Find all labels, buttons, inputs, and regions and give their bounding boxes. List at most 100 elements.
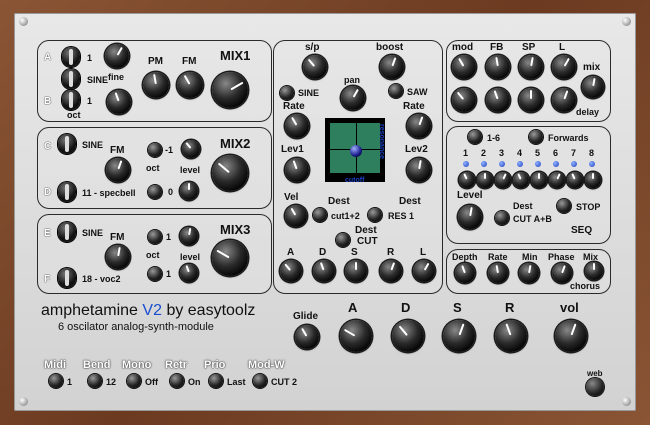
level-knob-small[interactable] bbox=[182, 140, 200, 158]
web-button[interactable] bbox=[586, 378, 604, 396]
osc-f-switch[interactable] bbox=[58, 268, 76, 288]
seq-step-knob[interactable] bbox=[513, 172, 529, 188]
bottom-bend-button[interactable] bbox=[88, 374, 102, 388]
seq-step-knob[interactable] bbox=[567, 172, 583, 188]
sp-knob[interactable] bbox=[519, 55, 543, 79]
level-button[interactable] bbox=[148, 185, 162, 199]
chorus-min-knob[interactable] bbox=[519, 263, 539, 283]
env-l-knob[interactable] bbox=[413, 260, 435, 282]
fine-knob[interactable] bbox=[107, 90, 131, 114]
seq-step-label: 7 bbox=[571, 148, 577, 158]
osc-e-switch[interactable] bbox=[58, 222, 76, 242]
seq-step-knob[interactable] bbox=[459, 172, 475, 188]
chorus-rate-knob[interactable] bbox=[488, 263, 508, 283]
osc-f-knob[interactable] bbox=[180, 264, 198, 282]
seq-step-knob[interactable] bbox=[531, 172, 547, 188]
env-a-knob[interactable] bbox=[280, 260, 302, 282]
seq-dest-button[interactable] bbox=[495, 211, 509, 225]
oct-label: oct bbox=[67, 110, 81, 120]
delay-knob-1[interactable] bbox=[452, 88, 476, 112]
filter-xy-pad[interactable] bbox=[325, 118, 385, 182]
chorus-phase-knob[interactable] bbox=[552, 263, 572, 283]
seq-step-knob[interactable] bbox=[585, 172, 601, 188]
mix1-knob[interactable] bbox=[212, 72, 248, 108]
env-d-knob[interactable] bbox=[313, 260, 335, 282]
oct-button[interactable] bbox=[148, 143, 162, 157]
osc-b-switch[interactable] bbox=[62, 90, 80, 110]
saw-button[interactable] bbox=[389, 84, 403, 98]
rate-left-knob[interactable] bbox=[285, 114, 309, 138]
osc-d-switch[interactable] bbox=[58, 182, 76, 202]
bottom-midi-button[interactable] bbox=[49, 374, 63, 388]
vel-knob[interactable] bbox=[285, 205, 307, 227]
seq-direction-button[interactable] bbox=[529, 130, 543, 144]
xy-pad-handle[interactable] bbox=[350, 145, 362, 157]
level-knob-small[interactable] bbox=[180, 227, 198, 245]
seq-step-knob[interactable] bbox=[495, 172, 511, 188]
dest-right-button[interactable] bbox=[368, 208, 382, 222]
bottom-prio-button[interactable] bbox=[209, 374, 223, 388]
product-title: amphetamine V2 by easytoolz bbox=[41, 302, 255, 320]
bottom-retr-button[interactable] bbox=[170, 374, 184, 388]
osc-wave-label: SINE bbox=[87, 75, 109, 85]
wave-switch[interactable] bbox=[62, 69, 80, 89]
lev2-knob[interactable] bbox=[407, 158, 431, 182]
mod-knob[interactable] bbox=[452, 55, 476, 79]
fm-knob[interactable] bbox=[106, 245, 130, 269]
amp-d-knob[interactable] bbox=[392, 320, 424, 352]
osc-c-switch[interactable] bbox=[58, 134, 76, 154]
glide-knob[interactable] bbox=[295, 325, 319, 349]
oct-button[interactable] bbox=[148, 230, 162, 244]
product-version: V2 bbox=[142, 302, 162, 319]
seq-step-knob[interactable] bbox=[477, 172, 493, 188]
dest-cut-button[interactable] bbox=[336, 233, 350, 247]
sp-knob[interactable] bbox=[303, 55, 327, 79]
product-subtitle: 6 oscilator analog-synth-module bbox=[58, 321, 214, 333]
bottom-mod-w-button[interactable] bbox=[253, 374, 267, 388]
delay-knob-3[interactable] bbox=[519, 88, 543, 112]
lev1-knob[interactable] bbox=[285, 158, 309, 182]
seq-level-knob[interactable] bbox=[458, 205, 482, 229]
pm-knob[interactable] bbox=[143, 72, 169, 98]
mix3-knob[interactable] bbox=[212, 240, 248, 276]
sine-button[interactable] bbox=[280, 86, 294, 100]
env-s-knob[interactable] bbox=[345, 260, 367, 282]
osc-a-switch[interactable] bbox=[62, 47, 80, 67]
bottom-mono-button[interactable] bbox=[127, 374, 141, 388]
boost-knob[interactable] bbox=[380, 55, 404, 79]
delay-mix-knob[interactable] bbox=[582, 76, 604, 98]
dest-left-button[interactable] bbox=[313, 208, 327, 222]
dest-label: Dest bbox=[328, 196, 350, 207]
rate-right-knob[interactable] bbox=[407, 114, 431, 138]
osc-c-wave: SINE bbox=[82, 140, 104, 150]
level-label: level bbox=[180, 252, 201, 262]
osc-d-knob[interactable] bbox=[180, 182, 198, 200]
mix2-knob[interactable] bbox=[212, 155, 248, 191]
amp-s-knob[interactable] bbox=[443, 320, 475, 352]
env-r-knob[interactable] bbox=[380, 260, 402, 282]
l-knob[interactable] bbox=[552, 55, 576, 79]
seq-stop-button[interactable] bbox=[557, 199, 571, 213]
fm-knob[interactable] bbox=[177, 72, 203, 98]
fb-knob[interactable] bbox=[486, 55, 510, 79]
vol-knob[interactable] bbox=[555, 320, 587, 352]
amp-a-knob[interactable] bbox=[340, 320, 372, 352]
chorus-depth-knob[interactable] bbox=[455, 263, 475, 283]
bottom-bend-label: Bend bbox=[83, 359, 111, 371]
amp-r-knob[interactable] bbox=[495, 320, 527, 352]
seq-range-button[interactable] bbox=[468, 130, 482, 144]
delay-knob-4[interactable] bbox=[552, 88, 576, 112]
fm-knob[interactable] bbox=[106, 158, 130, 182]
seq-level-label: Level bbox=[457, 190, 483, 201]
osc-a-knob[interactable] bbox=[105, 44, 129, 68]
sp-label: s/p bbox=[305, 42, 320, 53]
lev1-label: Lev1 bbox=[281, 144, 304, 155]
screw-icon bbox=[19, 397, 28, 406]
chorus-mix-knob[interactable] bbox=[585, 262, 603, 280]
delay-knob-2[interactable] bbox=[486, 88, 510, 112]
pan-knob[interactable] bbox=[341, 86, 365, 110]
dest-cut-label: Dest bbox=[355, 225, 377, 236]
glide-label: Glide bbox=[293, 311, 319, 322]
level-button[interactable] bbox=[148, 267, 162, 281]
seq-step-knob[interactable] bbox=[549, 172, 565, 188]
